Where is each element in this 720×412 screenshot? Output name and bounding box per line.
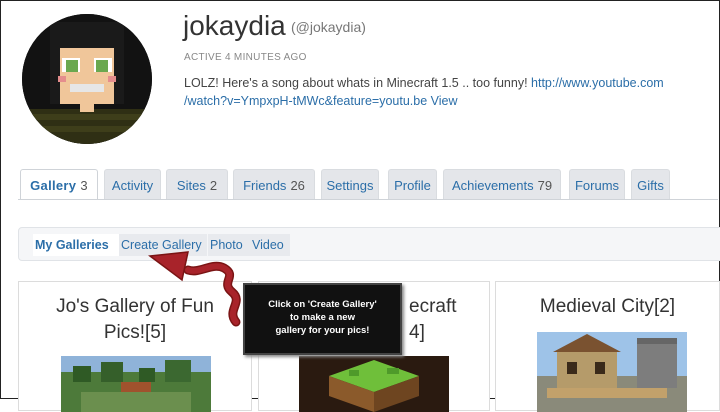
tab-label: Forums [574,178,620,193]
gallery-subnav: My Galleries Create Gallery Photo Video [18,227,720,261]
tab-gallery[interactable]: Gallery 3 [20,169,98,200]
status-update: LOLZ! Here's a song about whats in Minec… [184,74,704,110]
tab-label: Friends [243,178,287,193]
gallery-thumbnail[interactable] [299,356,449,412]
profile-handle: (@jokaydia) [291,19,366,35]
subnav-my-galleries[interactable]: My Galleries [33,234,119,256]
instruction-callout: Click on 'Create Gallery' to make a new … [243,283,402,355]
callout-text: Click on 'Create Gallery' to make a new … [249,298,396,337]
tab-achievements[interactable]: Achievements 79 [443,169,561,199]
tab-count: 3 [80,178,88,193]
avatar[interactable] [22,14,152,144]
status-text: LOLZ! Here's a song about whats in Minec… [184,76,532,90]
gallery-title-line-1: ecraft [409,296,457,317]
active-status: ACTIVE 4 MINUTES AGO [184,52,307,63]
arrow-annotation-icon [148,251,241,327]
tab-label: Achievements [451,178,534,193]
tab-activity[interactable]: Activity [104,169,161,199]
gallery-thumbnail[interactable] [61,356,211,412]
tab-label: Settings [326,178,374,193]
gallery-title: Medieval City[2] [539,296,676,317]
tab-friends[interactable]: Friends 26 [233,169,315,199]
tab-label: Activity [111,178,154,193]
avatar-portrait-icon [22,14,152,144]
tab-sites[interactable]: Sites 2 [166,169,228,199]
tab-label: Sites [176,178,206,193]
callout-line-3: gallery for your pics! [275,325,370,336]
tab-divider [18,199,718,200]
callout-line-1: Click on 'Create Gallery' [268,299,377,310]
tab-label: Gallery [30,178,77,193]
gallery-title-line-2: 4] [409,322,425,343]
status-view-link[interactable]: View [431,94,458,108]
tab-gifts[interactable]: Gifts [631,169,670,199]
gallery-card[interactable]: Medieval City[2] [495,281,720,412]
tab-count: 2 [209,178,218,193]
profile-username: jokaydia [183,10,286,41]
callout-line-2: to make a new [290,312,355,323]
subnav-video[interactable]: Video [250,234,290,256]
tab-settings[interactable]: Settings [321,169,379,199]
tab-label: Profile [394,178,431,193]
tab-profile[interactable]: Profile [388,169,437,199]
tab-count: 26 [290,178,305,193]
tab-label: Gifts [637,178,664,193]
tab-count: 79 [537,178,553,193]
gallery-thumbnail[interactable] [537,332,687,412]
tab-forums[interactable]: Forums [569,169,625,199]
